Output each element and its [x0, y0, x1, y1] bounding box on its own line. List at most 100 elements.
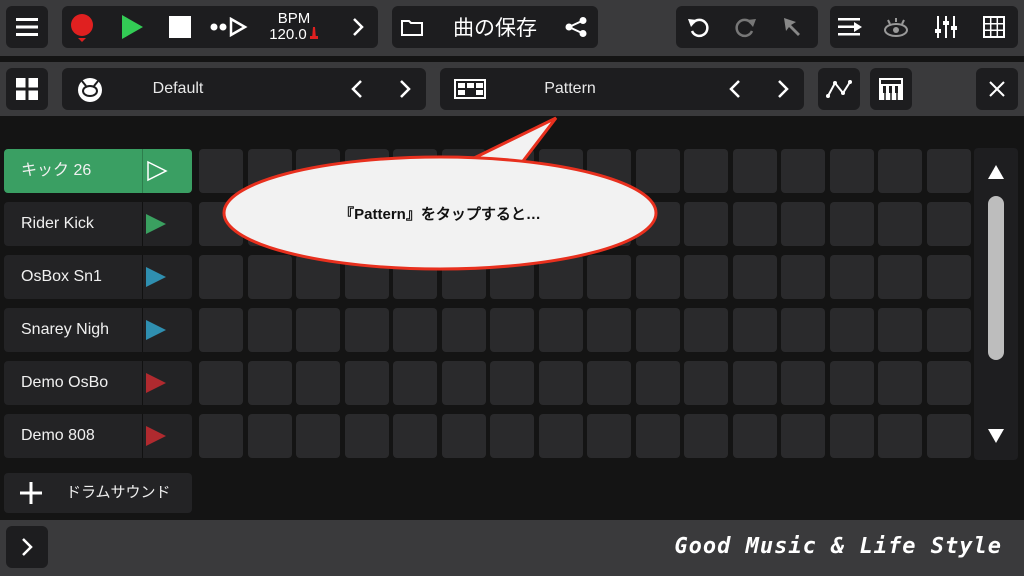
- step-cell[interactable]: [732, 414, 777, 458]
- step-cell[interactable]: [684, 414, 728, 458]
- step-cell[interactable]: [829, 202, 874, 246]
- step-cell[interactable]: [441, 308, 486, 352]
- add-drum-sound-button[interactable]: ドラムサウンド: [4, 473, 192, 513]
- pad-grid-button[interactable]: [974, 6, 1014, 48]
- step-cell[interactable]: [393, 149, 437, 193]
- step-cell[interactable]: [926, 149, 971, 193]
- step-cell[interactable]: [781, 255, 825, 299]
- step-cell[interactable]: [441, 361, 486, 405]
- step-cell[interactable]: [781, 308, 825, 352]
- kit-prev-button[interactable]: [342, 68, 372, 110]
- step-cell[interactable]: [441, 255, 486, 299]
- track-preview-play-icon[interactable]: [146, 267, 166, 287]
- step-cell[interactable]: [441, 149, 486, 193]
- automation-button[interactable]: [818, 68, 860, 110]
- kit-name[interactable]: Default: [118, 68, 238, 110]
- share-button[interactable]: [558, 6, 594, 48]
- step-cell[interactable]: [781, 202, 825, 246]
- track-row[interactable]: Demo OsBo: [4, 361, 192, 405]
- undo-button[interactable]: [678, 6, 720, 48]
- step-cell[interactable]: [344, 255, 389, 299]
- step-cell[interactable]: [199, 149, 243, 193]
- step-cell[interactable]: [635, 361, 680, 405]
- pattern-prev-button[interactable]: [720, 68, 750, 110]
- step-cell[interactable]: [247, 255, 292, 299]
- step-cell[interactable]: [344, 361, 389, 405]
- step-cell[interactable]: [829, 255, 874, 299]
- step-cell[interactable]: [490, 255, 534, 299]
- step-cell[interactable]: [829, 308, 874, 352]
- menu-button[interactable]: [6, 6, 48, 48]
- step-cell[interactable]: [684, 149, 728, 193]
- step-cell[interactable]: [538, 414, 583, 458]
- play-button[interactable]: [112, 6, 152, 48]
- step-cell[interactable]: [635, 149, 680, 193]
- step-cell[interactable]: [538, 149, 583, 193]
- step-cell[interactable]: [247, 414, 292, 458]
- track-preview-play-icon[interactable]: [146, 373, 166, 393]
- step-cell[interactable]: [732, 255, 777, 299]
- step-cell[interactable]: [247, 308, 292, 352]
- step-cell[interactable]: [587, 414, 631, 458]
- step-cell[interactable]: [926, 202, 971, 246]
- step-cell[interactable]: [538, 308, 583, 352]
- step-cell[interactable]: [926, 414, 971, 458]
- step-cell[interactable]: [587, 361, 631, 405]
- step-cell[interactable]: [393, 255, 437, 299]
- step-cell[interactable]: [393, 308, 437, 352]
- song-save-button[interactable]: 曲の保存: [436, 6, 554, 48]
- track-preview-play-icon[interactable]: [146, 320, 166, 340]
- step-cell[interactable]: [247, 361, 292, 405]
- track-row[interactable]: Snarey Nigh: [4, 308, 192, 352]
- stop-button[interactable]: [160, 6, 200, 48]
- open-folder-button[interactable]: [392, 6, 432, 48]
- visibility-button[interactable]: [876, 6, 916, 48]
- step-cell[interactable]: [635, 308, 680, 352]
- track-row[interactable]: Rider Kick: [4, 202, 192, 246]
- step-cell[interactable]: [926, 255, 971, 299]
- step-cell[interactable]: [684, 308, 728, 352]
- step-cell[interactable]: [878, 414, 922, 458]
- step-cell[interactable]: [781, 149, 825, 193]
- step-cell[interactable]: [344, 308, 389, 352]
- step-cell[interactable]: [878, 255, 922, 299]
- step-cell[interactable]: [732, 149, 777, 193]
- step-cell[interactable]: [878, 149, 922, 193]
- step-cell[interactable]: [490, 149, 534, 193]
- close-panel-button[interactable]: [976, 68, 1018, 110]
- step-cell[interactable]: [344, 149, 389, 193]
- bpm-button[interactable]: BPM 120.0: [262, 6, 326, 48]
- step-cell[interactable]: [538, 255, 583, 299]
- step-cell[interactable]: [829, 149, 874, 193]
- step-cell[interactable]: [296, 414, 340, 458]
- step-cell[interactable]: [878, 361, 922, 405]
- step-cell[interactable]: [684, 361, 728, 405]
- step-cell[interactable]: [296, 361, 340, 405]
- drum-kit-button[interactable]: [76, 77, 104, 108]
- step-cell[interactable]: [781, 414, 825, 458]
- transport-expand-button[interactable]: [340, 6, 376, 48]
- scrollbar-thumb[interactable]: [988, 196, 1004, 360]
- step-cell[interactable]: [490, 308, 534, 352]
- step-cell[interactable]: [732, 202, 777, 246]
- step-cell[interactable]: [490, 414, 534, 458]
- step-cell[interactable]: [732, 361, 777, 405]
- track-preview-play-icon[interactable]: [146, 214, 166, 234]
- step-cell[interactable]: [926, 361, 971, 405]
- scroll-up-icon[interactable]: [987, 164, 1005, 180]
- step-cell[interactable]: [490, 361, 534, 405]
- step-cell[interactable]: [684, 255, 728, 299]
- keyboard-button[interactable]: [870, 68, 912, 110]
- pattern-name[interactable]: Pattern: [510, 68, 630, 110]
- step-cell[interactable]: [393, 361, 437, 405]
- scroll-down-icon[interactable]: [987, 428, 1005, 444]
- step-cell[interactable]: [635, 414, 680, 458]
- step-cell[interactable]: [199, 414, 243, 458]
- step-cell[interactable]: [587, 149, 631, 193]
- track-row[interactable]: Demo 808: [4, 414, 192, 458]
- mixer-button[interactable]: [926, 6, 966, 48]
- step-cell[interactable]: [878, 308, 922, 352]
- step-cell[interactable]: [199, 255, 243, 299]
- step-cell[interactable]: [441, 414, 486, 458]
- pattern-grid-button[interactable]: [454, 79, 486, 104]
